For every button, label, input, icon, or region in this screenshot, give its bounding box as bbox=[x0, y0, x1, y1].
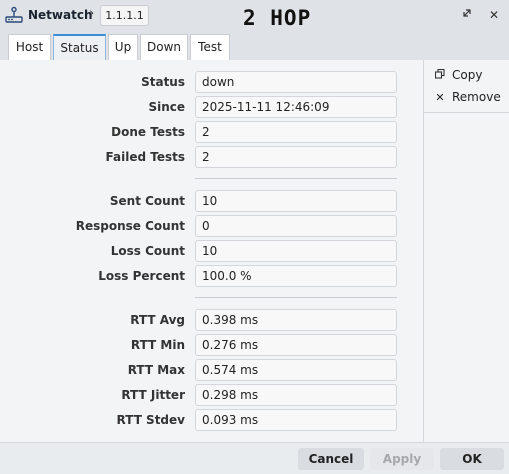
tab-status[interactable]: Status bbox=[53, 34, 106, 60]
loss-count-label: Loss Count bbox=[110, 244, 185, 258]
side-divider bbox=[424, 112, 509, 113]
title-bar: Netwatch › 1.1.1.1 2 HOP ✕ bbox=[0, 0, 509, 32]
status-row: Status down bbox=[0, 71, 423, 93]
rtt-jitter-value: 0.298 ms bbox=[195, 384, 397, 406]
apply-button[interactable]: Apply bbox=[370, 448, 434, 470]
copy-icon bbox=[434, 67, 446, 85]
rtt-stdev-label: RTT Stdev bbox=[116, 413, 185, 427]
rtt-max-label: RTT Max bbox=[127, 363, 185, 377]
copy-label: Copy bbox=[452, 68, 483, 82]
rtt-jitter-row: RTT Jitter 0.298 ms bbox=[0, 384, 423, 406]
done-tests-label: Done Tests bbox=[111, 125, 185, 139]
rtt-stdev-row: RTT Stdev 0.093 ms bbox=[0, 409, 423, 431]
sent-count-value: 10 bbox=[195, 190, 397, 212]
netwatch-icon bbox=[5, 6, 23, 23]
loss-count-value: 10 bbox=[195, 240, 397, 262]
tab-host[interactable]: Host bbox=[8, 34, 51, 60]
window-title: Netwatch bbox=[28, 8, 93, 22]
section-divider bbox=[195, 178, 397, 179]
failed-tests-value: 2 bbox=[195, 146, 397, 168]
close-icon[interactable]: ✕ bbox=[486, 7, 502, 23]
rtt-jitter-label: RTT Jitter bbox=[121, 388, 185, 402]
sent-count-row: Sent Count 10 bbox=[0, 190, 423, 212]
status-panel: Status down Since 2025-11-11 12:46:09 Do… bbox=[0, 60, 423, 442]
section-divider bbox=[195, 297, 397, 298]
done-tests-value: 2 bbox=[195, 121, 397, 143]
sent-count-label: Sent Count bbox=[109, 194, 185, 208]
rtt-stdev-value: 0.093 ms bbox=[195, 409, 397, 431]
ok-button[interactable]: OK bbox=[440, 448, 504, 470]
cancel-button[interactable]: Cancel bbox=[298, 448, 364, 470]
response-count-value: 0 bbox=[195, 215, 397, 237]
restore-icon[interactable] bbox=[459, 7, 475, 23]
tab-bar: Host Status Up Down Test bbox=[0, 32, 509, 60]
breadcrumb-chevron-icon: › bbox=[89, 6, 95, 21]
host-address-badge: 1.1.1.1 bbox=[100, 5, 149, 26]
rtt-avg-value: 0.398 ms bbox=[195, 309, 397, 331]
loss-percent-row: Loss Percent 100.0 % bbox=[0, 265, 423, 287]
dialog-footer: Cancel Apply OK bbox=[0, 442, 509, 474]
rtt-max-row: RTT Max 0.574 ms bbox=[0, 359, 423, 381]
since-row: Since 2025-11-11 12:46:09 bbox=[0, 96, 423, 118]
rtt-min-label: RTT Min bbox=[130, 338, 185, 352]
failed-tests-row: Failed Tests 2 bbox=[0, 146, 423, 168]
loss-percent-label: Loss Percent bbox=[98, 269, 185, 283]
tab-up[interactable]: Up bbox=[108, 34, 138, 60]
status-label: Status bbox=[141, 75, 185, 89]
rtt-avg-row: RTT Avg 0.398 ms bbox=[0, 309, 423, 331]
side-action-panel: Copy ✕ Remove bbox=[423, 60, 509, 442]
rtt-min-value: 0.276 ms bbox=[195, 334, 397, 356]
response-count-row: Response Count 0 bbox=[0, 215, 423, 237]
since-value: 2025-11-11 12:46:09 bbox=[195, 96, 397, 118]
rtt-min-row: RTT Min 0.276 ms bbox=[0, 334, 423, 356]
loss-count-row: Loss Count 10 bbox=[0, 240, 423, 262]
remove-icon: ✕ bbox=[435, 91, 445, 104]
remove-button[interactable]: ✕ Remove bbox=[434, 88, 501, 106]
response-count-label: Response Count bbox=[75, 219, 185, 233]
failed-tests-label: Failed Tests bbox=[105, 150, 185, 164]
since-label: Since bbox=[148, 100, 185, 114]
rtt-max-value: 0.574 ms bbox=[195, 359, 397, 381]
loss-percent-value: 100.0 % bbox=[195, 265, 397, 287]
tab-test[interactable]: Test bbox=[190, 34, 230, 60]
remove-label: Remove bbox=[452, 90, 501, 104]
overlay-note: 2 HOP bbox=[243, 6, 312, 30]
rtt-avg-label: RTT Avg bbox=[130, 313, 185, 327]
status-value: down bbox=[195, 71, 397, 93]
done-tests-row: Done Tests 2 bbox=[0, 121, 423, 143]
copy-button[interactable]: Copy bbox=[434, 66, 482, 84]
tab-down[interactable]: Down bbox=[140, 34, 188, 60]
